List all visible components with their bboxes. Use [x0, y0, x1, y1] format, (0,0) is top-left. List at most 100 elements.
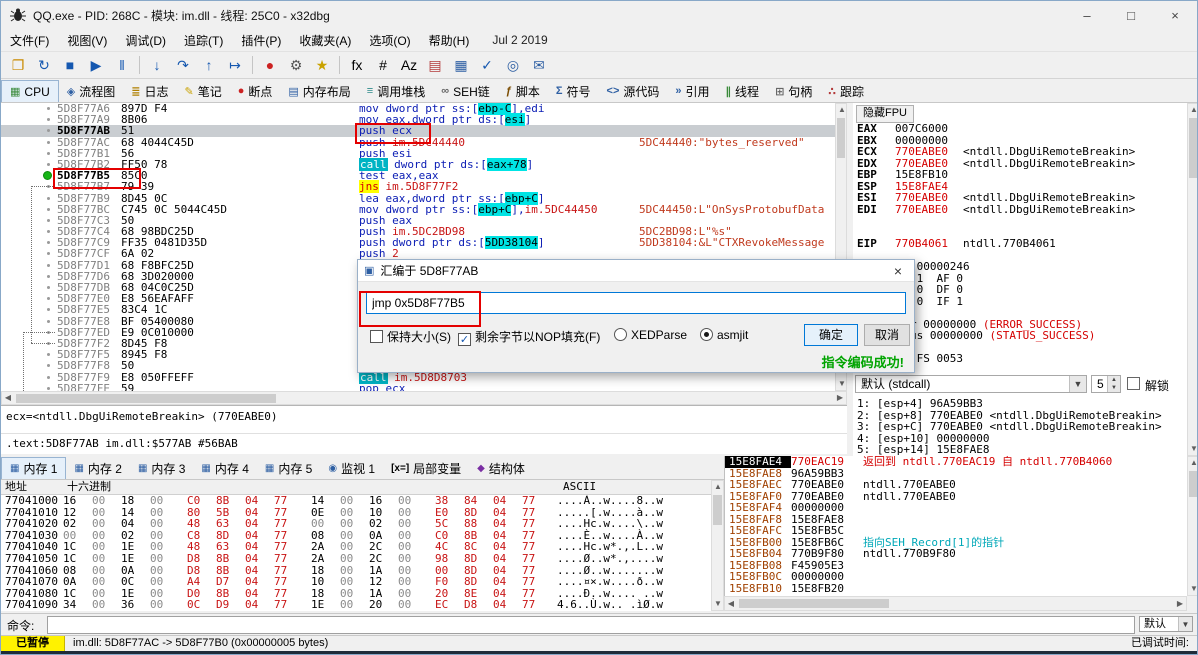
step-into-icon[interactable]: ↓ — [145, 54, 169, 76]
tab-locals[interactable]: [x=] 局部变量 — [383, 457, 469, 479]
menu-item[interactable]: 调试(D) — [116, 32, 175, 49]
maximize-button[interactable]: □ — [1109, 1, 1153, 29]
stack-row[interactable]: 15E8FAE4 770EAC19 返回到 ntdll.770EAC19 自 ntd… — [725, 456, 1187, 468]
chevron-down-icon[interactable]: ▼ — [1178, 617, 1192, 631]
tab-references[interactable]: » 引用 — [667, 80, 717, 102]
keep-size-option[interactable]: 保持大小(S) — [370, 328, 451, 345]
scroll-up-arrow[interactable]: ▲ — [1188, 457, 1197, 469]
tab-callstack[interactable]: ≡ 调用堆栈 — [359, 80, 433, 102]
open-file-icon[interactable]: ❐ — [6, 54, 30, 76]
tab-graph[interactable]: ◈ 流程图 — [59, 80, 123, 102]
favorites-icon[interactable]: ★ — [310, 54, 334, 76]
hash-icon[interactable]: # — [371, 54, 395, 76]
dialog-close-icon[interactable]: × — [882, 263, 914, 279]
argument-row[interactable]: 1: [esp+4] 96A59BB3 — [853, 398, 1187, 410]
tab-script[interactable]: ƒ 脚本 — [498, 80, 548, 102]
scroll-up-arrow[interactable]: ▲ — [712, 481, 724, 493]
restart-icon[interactable]: ↻ — [32, 54, 56, 76]
command-input[interactable] — [47, 616, 1135, 634]
breakpoint-icon[interactable]: ● — [258, 54, 282, 76]
pause-icon[interactable]: ‖ — [110, 54, 134, 76]
comment-icon[interactable]: ✉ — [527, 54, 551, 76]
calling-convention-select[interactable]: 默认 (stdcall) ▼ — [855, 375, 1087, 393]
menu-item[interactable]: 文件(F) — [1, 32, 58, 49]
patch-icon[interactable]: ▤ — [423, 54, 447, 76]
check-icon[interactable]: ✓ — [475, 54, 499, 76]
stack-row[interactable]: 15E8FB10 15E8FB20 — [725, 582, 1187, 595]
memory-row[interactable]: 77041050 1C 00 1E 00 D8 8B 04 77 2A 00 2C 00 98 8D 04 77… — [1, 553, 711, 565]
stack-row[interactable]: 15E8FB0C 00000000 — [725, 571, 1187, 583]
command-syntax-select[interactable]: 默认 ▼ — [1139, 616, 1193, 632]
tab-threads[interactable]: ∥ 线程 — [718, 80, 768, 102]
register-row[interactable]: EDI 770EABE0 <ntdll.DbgUiRemoteBreakin> — [853, 203, 1187, 216]
disasm-row[interactable]: 5D8F77CF 6A 02 push 2 — [1, 248, 835, 260]
scroll-up-arrow[interactable]: ▲ — [1188, 104, 1197, 116]
scroll-down-arrow[interactable]: ▼ — [712, 598, 724, 610]
stack-pane[interactable]: 15E8FAE4 770EAC19 返回到 ntdll.770EAC19 自 ntd… — [724, 456, 1187, 596]
tab-log[interactable]: ≣ 日志 — [123, 80, 176, 102]
fill-nop-checkbox[interactable]: ✓ — [458, 333, 471, 346]
xedparse-option[interactable]: XEDParse — [614, 328, 687, 342]
register-row[interactable]: EAX 007C6000 — [853, 123, 1187, 135]
scroll-thumb[interactable] — [837, 118, 845, 158]
menu-item[interactable]: 选项(O) — [360, 32, 419, 49]
breakpoint-dot[interactable] — [43, 171, 52, 181]
scroll-right-arrow[interactable]: ▶ — [1174, 598, 1186, 610]
run-icon[interactable]: ▶ — [84, 54, 108, 76]
menu-item[interactable]: 插件(P) — [232, 32, 290, 49]
stack-row[interactable]: 15E8FB04 770B9F80 ntdll.770B9F80 — [725, 548, 1187, 560]
scroll-left-arrow[interactable]: ◀ — [725, 598, 737, 610]
tab-source[interactable]: <> 源代码 — [599, 80, 668, 102]
minimize-button[interactable]: – — [1065, 1, 1109, 29]
tab-memory-map[interactable]: ▤ 内存布局 — [280, 80, 358, 102]
font-icon[interactable]: Az — [397, 54, 421, 76]
tab-handles[interactable]: ⊞ 句柄 — [767, 80, 820, 102]
argument-row[interactable]: 5: [esp+14] 15E8FAE8 — [853, 444, 1187, 456]
xedparse-radio[interactable] — [614, 328, 627, 341]
tab-struct[interactable]: ◆ 结构体 — [469, 457, 533, 479]
stack-row[interactable]: 15E8FAF4 00000000 — [725, 502, 1187, 514]
memory-vscrollbar[interactable]: ▲ ▼ — [711, 480, 724, 611]
stack-vscrollbar[interactable]: ▲ ▼ — [1187, 456, 1197, 596]
tab-dump1[interactable]: ▦ 内存 1 — [1, 457, 67, 479]
scroll-thumb[interactable] — [713, 495, 722, 525]
tab-breakpoints[interactable]: ● 断点 — [230, 80, 281, 102]
run-to-user-icon[interactable]: ↦ — [223, 54, 247, 76]
tab-notes[interactable]: ✎ 笔记 — [176, 80, 229, 102]
tab-symbols[interactable]: Σ 符号 — [548, 80, 599, 102]
asmjit-option[interactable]: asmjit — [700, 328, 748, 342]
tab-dump3[interactable]: ▦ 内存 3 — [130, 457, 193, 479]
argument-row[interactable]: 3: [esp+C] 770EABE0 <ntdll.DbgUiRemoteBr… — [853, 421, 1187, 433]
memory-map-icon[interactable]: ▦ — [449, 54, 473, 76]
step-over-icon[interactable]: ↷ — [171, 54, 195, 76]
disasm-row[interactable]: 5D8F77FE 59 pop ecx — [1, 382, 835, 391]
close-button[interactable]: × — [1153, 1, 1197, 29]
chevron-down-icon[interactable]: ▼ — [1069, 376, 1086, 392]
stepper-arrows-icon[interactable]: ▲ ▼ — [1107, 376, 1120, 392]
menu-item[interactable]: 追踪(T) — [175, 32, 232, 49]
hide-fpu-button[interactable]: 隐藏FPU — [856, 105, 914, 123]
tab-dump5[interactable]: ▦ 内存 5 — [257, 457, 320, 479]
disasm-hscrollbar[interactable]: ◀ ▶ — [1, 391, 847, 405]
assemble-instruction-input[interactable] — [366, 292, 906, 314]
scroll-thumb[interactable] — [1189, 471, 1197, 497]
step-out-icon[interactable]: ↑ — [197, 54, 221, 76]
memory-row[interactable]: 77041090 34 00 36 00 0C D9 04 77 1E 00 20 00 EC D8 04 77… — [1, 599, 711, 611]
fill-nop-option[interactable]: ✓ 剩余字节以NOP填充(F) — [458, 328, 600, 346]
unlock-checkbox[interactable] — [1127, 377, 1140, 390]
register-row[interactable]: EIP 770B4061 ntdll.770B4061 — [853, 238, 1187, 250]
ok-button[interactable]: 确定 — [804, 324, 858, 346]
settings-icon[interactable]: ⚙ — [284, 54, 308, 76]
memory-row[interactable]: 77041000 16 00 18 00 C0 8B 04 77 14 00 16 00 38 84 04 77… — [1, 495, 711, 507]
tab-dump2[interactable]: ▦ 内存 2 — [66, 457, 129, 479]
scroll-right-arrow[interactable]: ▶ — [834, 392, 846, 404]
menu-item[interactable]: 视图(V) — [58, 32, 116, 49]
cancel-button[interactable]: 取消 — [864, 324, 910, 346]
dialog-titlebar[interactable]: ▣ 汇编于 5D8F77AB × — [358, 260, 914, 282]
scroll-left-arrow[interactable]: ◀ — [2, 392, 14, 404]
scroll-down-arrow[interactable]: ▼ — [1188, 583, 1197, 595]
registers-vscrollbar[interactable]: ▲ ▼ — [1187, 103, 1197, 456]
arg-count-stepper[interactable]: 5 ▲ ▼ — [1091, 375, 1121, 393]
scroll-thumb[interactable] — [739, 599, 889, 608]
register-row[interactable]: EBP 15E8FB10 — [853, 169, 1187, 181]
